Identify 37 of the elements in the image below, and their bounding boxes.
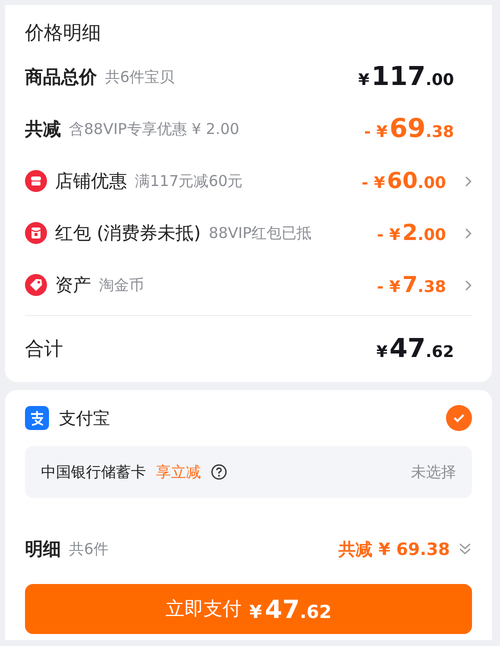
item-count: 共6件 — [69, 540, 109, 558]
total-amount: ¥47.62 — [376, 334, 454, 364]
total-label: 合计 — [25, 337, 63, 362]
help-icon[interactable] — [211, 464, 227, 480]
summary-label: 明细 — [25, 538, 61, 561]
discount-amount: - ¥60.00 — [362, 168, 446, 194]
section-title: 价格明细 — [25, 21, 102, 46]
row-label: 资产 — [55, 274, 91, 297]
row-note: 淘金币 — [99, 276, 144, 294]
double-chevron-down-icon[interactable] — [458, 542, 472, 556]
row-label: 商品总价 — [25, 66, 97, 89]
radio-button[interactable] — [446, 405, 472, 431]
row-label: 店铺优惠 — [55, 170, 127, 193]
price-amount: - ¥69.38 — [364, 114, 454, 144]
row-note: 共6件宝贝 — [105, 68, 175, 86]
chevron-right-icon[interactable] — [465, 280, 472, 290]
row-note: 满117元减60元 — [135, 172, 243, 190]
chevron-right-icon[interactable] — [465, 176, 472, 186]
payment-app-icon — [25, 406, 49, 430]
price-amount: ¥117.00 — [358, 62, 454, 92]
checkmark-icon — [453, 413, 465, 423]
bank-card-name: 中国银行储蓄卡 — [41, 462, 146, 482]
tag-icon — [25, 274, 47, 296]
discount-amount: - ¥2.00 — [376, 220, 446, 246]
bank-card-option[interactable]: 中国银行储蓄卡 享立减 未选择 — [25, 446, 472, 498]
selection-status: 未选择 — [411, 462, 456, 482]
shop-icon — [25, 170, 47, 192]
row-note: 含88VIP专享优惠 ¥ 2.00 — [69, 120, 240, 138]
row-label: 共减 — [25, 118, 61, 141]
payment-method-name: 支付宝 — [59, 408, 110, 430]
chevron-right-icon[interactable] — [465, 228, 472, 238]
row-label: 红包 (消费券未抵) — [55, 222, 201, 245]
promo-label: 享立减 — [156, 462, 201, 482]
row-note: 88VIP红包已抵 — [208, 224, 312, 242]
discount-amount: - ¥7.38 — [376, 272, 446, 298]
discount-total: 共减 ¥ 69.38 — [338, 538, 450, 560]
envelope-icon — [25, 222, 47, 244]
